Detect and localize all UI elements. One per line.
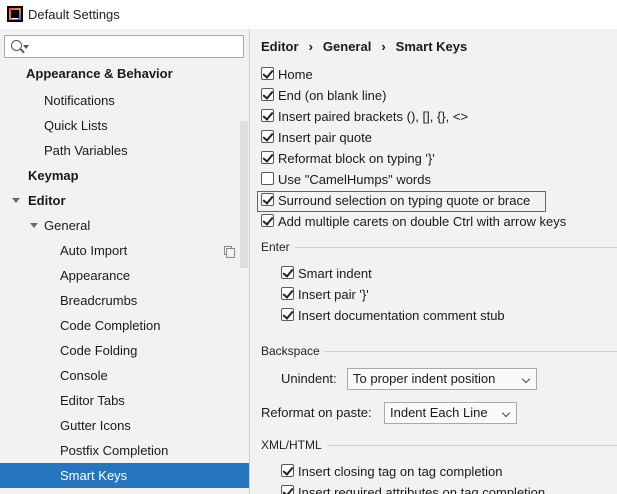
tree-item-label: Editor Tabs [60, 393, 125, 408]
expand-arrow-icon[interactable] [30, 223, 38, 228]
checkbox[interactable] [261, 172, 274, 185]
tree-item-label: Quick Lists [44, 118, 108, 133]
option-label: End (on blank line) [278, 88, 387, 103]
checkbox[interactable] [261, 109, 274, 122]
tree-item-label: Postfix Completion [60, 443, 169, 458]
section-xml-html-title: XML/HTML [261, 438, 322, 452]
reformat-on-paste-value: Indent Each Line [390, 405, 488, 420]
option-label: Reformat block on typing '}' [278, 151, 435, 166]
tree-item-label: Code Completion [60, 318, 161, 333]
option-label: Insert pair quote [278, 130, 372, 145]
tree-item-notifications[interactable]: Notifications [0, 88, 238, 113]
tree-item-appearance-behavior[interactable]: Appearance & Behavior [0, 61, 238, 86]
settings-tree: Appearance & Behavior Notifications Quic… [0, 29, 250, 494]
tree-item-label: Breadcrumbs [60, 293, 138, 308]
checkbox[interactable] [281, 464, 294, 477]
tree-item-label: Keymap [28, 168, 79, 183]
tree-item-label: Appearance [60, 268, 131, 283]
tree-item-label: Path Variables [44, 143, 128, 158]
tree-item-path-variables[interactable]: Path Variables [0, 138, 238, 163]
tree-item-keymap[interactable]: Keymap [0, 163, 238, 188]
section-backspace-title: Backspace [261, 344, 320, 358]
tree-item-label: Notifications [44, 93, 115, 108]
section-divider [295, 247, 617, 248]
tree-item-console[interactable]: Console [0, 363, 238, 388]
checkbox[interactable] [281, 308, 294, 321]
reformat-on-paste-select[interactable]: Indent Each Line [384, 402, 517, 424]
checkbox[interactable] [261, 193, 274, 206]
breadcrumb-separator: › [381, 39, 386, 54]
tree-item-smart-keys[interactable]: Smart Keys [0, 463, 249, 488]
project-scope-icon [224, 246, 235, 258]
tree-item-editor[interactable]: Editor [0, 188, 238, 213]
tree-item-label: Appearance & Behavior [26, 66, 173, 81]
tree-item-editor-tabs[interactable]: Editor Tabs [0, 388, 238, 413]
section-enter-title: Enter [261, 240, 290, 254]
option-label: Surround selection on typing quote or br… [278, 193, 531, 208]
intellij-logo-icon [7, 6, 23, 22]
breadcrumb-editor: Editor [261, 39, 299, 54]
option-label: Insert paired brackets (), [], {}, <> [278, 109, 469, 124]
tree-item-label: Code Folding [60, 343, 138, 358]
title-bar: Default Settings [0, 0, 617, 29]
tree-item-label: Console [60, 368, 108, 383]
checkbox[interactable] [281, 485, 294, 494]
unindent-value: To proper indent position [353, 371, 496, 386]
search-options-icon[interactable] [23, 45, 29, 49]
checkbox[interactable] [261, 67, 274, 80]
tree-item-general[interactable]: General [0, 213, 238, 238]
tree-item-code-folding[interactable]: Code Folding [0, 338, 238, 363]
section-divider [327, 445, 617, 446]
chevron-down-icon [501, 408, 511, 418]
option-label: Insert closing tag on tag completion [298, 464, 503, 479]
search-icon [11, 40, 22, 51]
option-label: Insert required attributes on tag comple… [298, 485, 546, 494]
breadcrumb-separator: › [308, 39, 313, 54]
section-divider [324, 351, 617, 352]
search-input[interactable] [4, 35, 244, 58]
option-label: Smart indent [298, 266, 372, 281]
breadcrumb-smart-keys: Smart Keys [395, 39, 468, 54]
tree-item-label: Gutter Icons [60, 418, 131, 433]
breadcrumb: Editor › General › Smart Keys [261, 39, 467, 54]
tree-item-auto-import[interactable]: Auto Import [0, 238, 238, 263]
chevron-down-icon [521, 374, 531, 384]
option-label: Home [278, 67, 313, 82]
tree-item-label: Editor [28, 193, 66, 208]
checkbox[interactable] [261, 151, 274, 164]
option-label: Insert documentation comment stub [298, 308, 505, 323]
tree-item-gutter-icons[interactable]: Gutter Icons [0, 413, 238, 438]
tree-item-label: General [44, 218, 91, 233]
tree-item-label: Smart Keys [60, 468, 128, 483]
option-label: Add multiple carets on double Ctrl with … [278, 214, 567, 229]
reformat-on-paste-label: Reformat on paste: [261, 405, 372, 420]
tree-item-postfix-completion[interactable]: Postfix Completion [0, 438, 238, 463]
checkbox[interactable] [261, 214, 274, 227]
tree-item-appearance[interactable]: Appearance [0, 263, 238, 288]
breadcrumb-general: General [322, 39, 372, 54]
unindent-select[interactable]: To proper indent position [347, 368, 537, 390]
option-label: Use "CamelHumps" words [278, 172, 431, 187]
checkbox[interactable] [261, 130, 274, 143]
option-label: Insert pair '}' [298, 287, 369, 302]
checkbox[interactable] [261, 88, 274, 101]
unindent-label: Unindent: [281, 371, 337, 386]
expand-arrow-icon[interactable] [12, 198, 20, 203]
tree-item-code-completion[interactable]: Code Completion [0, 313, 238, 338]
checkbox[interactable] [281, 287, 294, 300]
tree-item-breadcrumbs[interactable]: Breadcrumbs [0, 288, 238, 313]
tree-item-quick-lists[interactable]: Quick Lists [0, 113, 238, 138]
settings-content: Editor › General › Smart Keys Home End (on b… [251, 29, 617, 494]
checkbox[interactable] [281, 266, 294, 279]
tree-item-label: Auto Import [60, 243, 128, 258]
window-title: Default Settings [28, 7, 120, 22]
sidebar-scrollbar[interactable] [240, 121, 248, 268]
